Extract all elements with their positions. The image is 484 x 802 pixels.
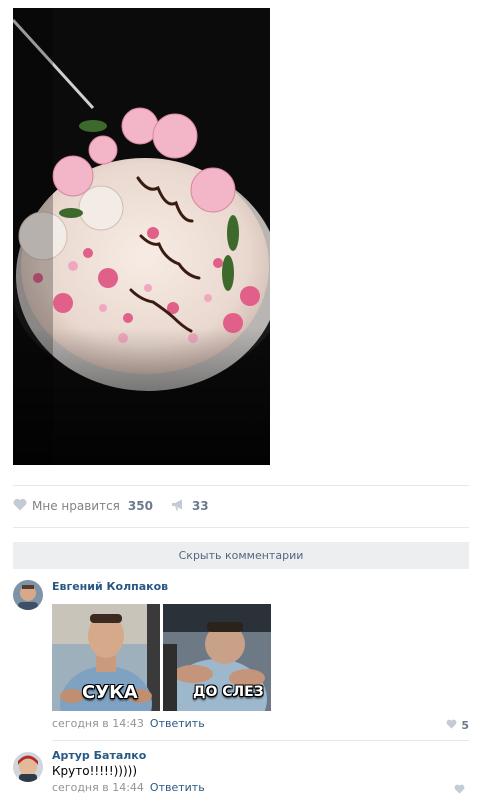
share-button[interactable]: 33 [171,499,209,514]
reply-link[interactable]: Ответить [150,717,205,730]
comment-item: Евгений Колпаков СУКА ДО СЛЕЗ сегодня в … [13,578,469,736]
share-count: 33 [191,499,209,513]
comment-meta: сегодня в 14:44 Ответить [52,781,205,794]
like-button[interactable]: Мне нравится 350 [13,498,153,514]
comment-time[interactable]: сегодня в 14:44 [52,781,144,794]
heart-icon [446,718,457,732]
comment-meta: сегодня в 14:43 Ответить [52,717,205,730]
heart-icon [13,498,27,514]
image-caption: ДО СЛЕЗ [193,684,264,700]
reply-link[interactable]: Ответить [150,781,205,794]
avatar[interactable] [13,752,43,782]
like-label: Мне нравится [32,499,120,513]
image-caption: СУКА [82,682,138,703]
comment-author[interactable]: Артур Баталко [52,749,146,762]
comment-text: Круто!!!!!))))) [52,764,138,778]
like-count: 350 [127,499,153,513]
comment-image[interactable]: СУКА [52,604,160,711]
comment-like-count: 5 [461,718,469,732]
hide-comments-button[interactable]: Скрыть комментарии [13,542,469,569]
post-actions: Мне нравится 350 33 [13,496,227,516]
comment-item: Артур Баталко Круто!!!!!))))) сегодня в … [13,746,469,798]
comment-author[interactable]: Евгений Колпаков [52,580,168,593]
post-photo[interactable] [13,8,270,465]
avatar[interactable] [13,580,43,610]
megaphone-icon [171,499,186,514]
post-divider [13,485,469,486]
heart-icon [454,783,465,797]
actions-divider [13,527,469,528]
comment-like-button[interactable]: 5 [446,718,469,732]
comment-divider [52,740,469,741]
comment-image[interactable]: ДО СЛЕЗ [163,604,271,711]
comment-time[interactable]: сегодня в 14:43 [52,717,144,730]
comment-like-button[interactable] [454,783,469,797]
